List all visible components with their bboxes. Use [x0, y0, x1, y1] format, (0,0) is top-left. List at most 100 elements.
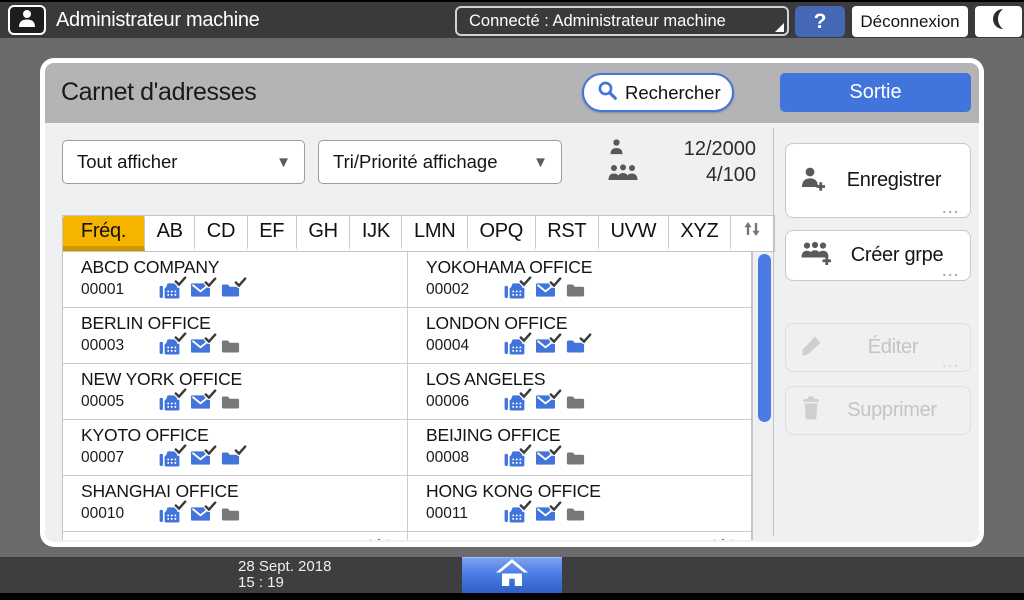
chevron-down-icon: ▼: [533, 154, 548, 171]
email-icon: [536, 339, 555, 353]
home-button[interactable]: [462, 557, 562, 593]
email-icon: [536, 395, 555, 409]
display-filter-value: Tout afficher: [77, 151, 177, 173]
moon-icon: [988, 7, 1010, 36]
time-label: 15 : 19: [238, 575, 331, 591]
folder-icon: [566, 395, 585, 410]
night-mode-button[interactable]: [975, 6, 1022, 37]
trash-icon: [800, 396, 822, 425]
fax-icon: [159, 506, 180, 523]
search-label: Rechercher: [625, 82, 721, 104]
contact-cell[interactable]: KYOTO OFFICE 00007: [63, 420, 407, 476]
tab-opq[interactable]: OPQ: [468, 216, 536, 251]
single-person-icon: [608, 137, 625, 161]
contact-cell[interactable]: HONG KONG OFFICE 00011: [407, 476, 751, 532]
display-filter-dropdown[interactable]: Tout afficher ▼: [62, 140, 305, 184]
tab-gh[interactable]: GH: [297, 216, 351, 251]
pencil-icon: [800, 333, 824, 362]
group-plus-icon: [800, 241, 832, 270]
fax-icon: [504, 506, 525, 523]
panel-body: Tout afficher ▼ Tri/Priorité affichage ▼…: [45, 123, 979, 542]
email-icon: [191, 395, 210, 409]
login-status-dropdown[interactable]: Connecté : Administrateur machine: [455, 6, 789, 36]
corner-caret-icon: [775, 23, 784, 32]
capacity-counters: 12/2000 4/100: [608, 136, 756, 188]
home-icon: [495, 558, 529, 593]
contact-cell[interactable]: NEW YORK OFFICE 00005: [63, 364, 407, 420]
fax-icon: [504, 394, 525, 411]
folder-icon: [566, 283, 585, 298]
sort-filter-value: Tri/Priorité affichage: [333, 151, 498, 173]
email-icon: [191, 507, 210, 521]
contact-cell[interactable]: YOKOHAMA OFFICE 00002: [407, 252, 751, 308]
tab-frq[interactable]: Fréq.: [63, 216, 145, 251]
tab-rst[interactable]: RST: [536, 216, 599, 251]
groups-counter: 4/100: [608, 162, 756, 188]
folder-icon: [221, 339, 240, 354]
logout-button[interactable]: Déconnexion: [852, 6, 968, 37]
fax-icon: [159, 450, 180, 467]
folder-icon: [566, 451, 585, 466]
more-dots: ...: [942, 201, 960, 215]
create-group-button[interactable]: Créer grpe ...: [785, 230, 971, 281]
tab-cd[interactable]: CD: [195, 216, 247, 251]
register-button[interactable]: Enregistrer ...: [785, 143, 971, 218]
help-button[interactable]: ?: [795, 6, 845, 37]
group-icon: [365, 539, 393, 540]
tab-uvw[interactable]: UVW: [599, 216, 669, 251]
group-icon: [709, 539, 737, 540]
scrollbar-thumb[interactable]: [758, 254, 771, 422]
email-icon: [191, 339, 210, 353]
contact-cell[interactable]: LOS ANGELES 00006: [407, 364, 751, 420]
edit-button[interactable]: Éditer ...: [785, 323, 971, 372]
email-icon: [536, 451, 555, 465]
tab-ab[interactable]: AB: [145, 216, 195, 251]
delete-label: Supprimer: [822, 399, 962, 422]
delete-button[interactable]: Supprimer: [785, 386, 971, 435]
fax-icon: [159, 394, 180, 411]
search-button[interactable]: Rechercher: [582, 73, 734, 112]
contact-cell[interactable]: BERLIN OFFICE 00003: [63, 308, 407, 364]
page-title: Carnet d'adresses: [61, 63, 256, 123]
date-time: 28 Sept. 2018 15 : 19: [238, 559, 331, 591]
chevron-down-icon: ▼: [276, 154, 291, 171]
exit-button[interactable]: Sortie: [780, 73, 971, 112]
person-plus-icon: [800, 166, 826, 196]
scrollbar-track[interactable]: [752, 252, 775, 540]
top-bar: Administrateur machine Connecté : Admini…: [0, 2, 1024, 38]
fax-icon: [504, 338, 525, 355]
contact-cell[interactable]: SHANGHAI OFFICE 00010: [63, 476, 407, 532]
group-cell[interactable]: Branch 01: [63, 532, 407, 540]
folder-icon: [221, 283, 240, 298]
folder-icon: [566, 507, 585, 522]
alpha-tabs: Fréq.ABCDEFGHIJKLMNOPQRSTUVWXYZ: [62, 215, 775, 252]
login-status-label: Connecté : Administrateur machine: [469, 12, 726, 31]
email-icon: [536, 283, 555, 297]
contact-cell[interactable]: LONDON OFFICE 00004: [407, 308, 751, 364]
tab-ijk[interactable]: IJK: [350, 216, 402, 251]
register-label: Enregistrer: [826, 169, 962, 192]
sort-filter-dropdown[interactable]: Tri/Priorité affichage ▼: [318, 140, 562, 184]
fax-icon: [504, 282, 525, 299]
fax-icon: [504, 450, 525, 467]
tab-lmn[interactable]: LMN: [402, 216, 467, 251]
edit-label: Éditer: [824, 336, 962, 359]
entries-count-value: 12/2000: [684, 138, 756, 161]
group-cell[interactable]: Branch 02: [407, 532, 751, 540]
more-dots: ...: [942, 355, 960, 369]
groups-count-value: 4/100: [706, 164, 756, 187]
contact-cell[interactable]: BEIJING OFFICE 00008: [407, 420, 751, 476]
switch-title-button[interactable]: [731, 216, 774, 251]
user-icon: [16, 8, 38, 33]
user-key-button[interactable]: [8, 5, 46, 35]
swap-arrows-icon: [741, 219, 763, 244]
contact-cell[interactable]: ABCD COMPANY 00001: [63, 252, 407, 308]
email-icon: [536, 507, 555, 521]
tab-ef[interactable]: EF: [248, 216, 297, 251]
fax-icon: [159, 282, 180, 299]
sidebar-divider: [773, 128, 774, 536]
tab-xyz[interactable]: XYZ: [669, 216, 731, 251]
more-dots: ...: [942, 264, 960, 278]
email-icon: [191, 283, 210, 297]
panel-header: Carnet d'adresses Rechercher Sortie: [45, 63, 979, 123]
